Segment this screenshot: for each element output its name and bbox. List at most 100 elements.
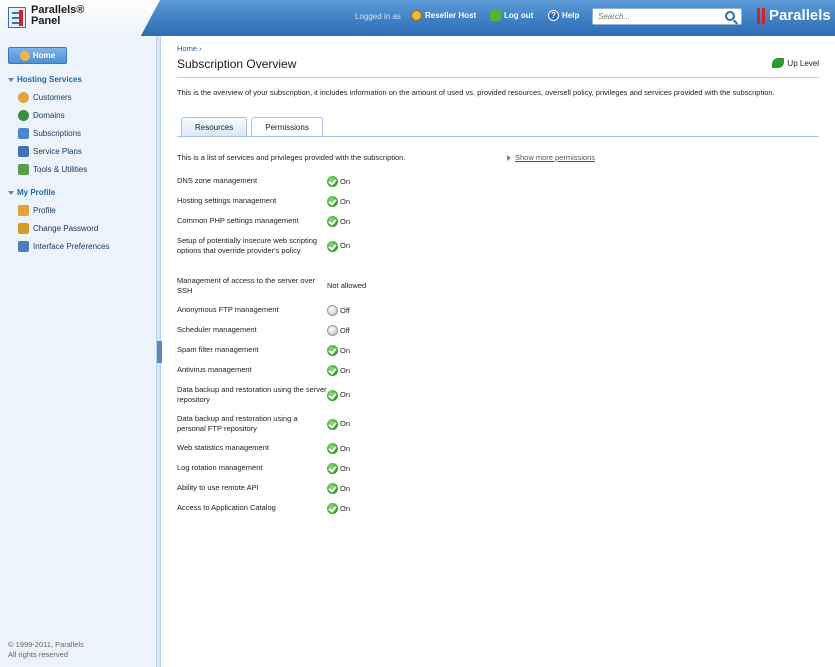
permission-label: Spam filter management <box>177 345 259 354</box>
search-icon[interactable] <box>725 11 735 21</box>
sidebar-collapse-handle[interactable] <box>157 341 162 363</box>
permission-label: DNS zone management <box>177 176 258 185</box>
status-on-icon <box>327 345 338 356</box>
help-label[interactable]: Help <box>562 11 579 20</box>
logout-label[interactable]: Log out <box>504 11 533 20</box>
home-label[interactable]: Home <box>33 51 55 60</box>
section-my-profile[interactable]: My Profile <box>8 188 55 197</box>
sidebar-item-change-password[interactable]: Change Password <box>18 223 98 234</box>
status-on-icon <box>327 216 338 227</box>
permission-label: Antivirus management <box>177 365 252 374</box>
user-link[interactable]: Reseller Host <box>411 10 476 21</box>
sidebar-item-label[interactable]: Subscriptions <box>33 129 81 138</box>
logout-button[interactable]: Log out <box>490 10 533 21</box>
search-input[interactable] <box>593 9 718 24</box>
customers-icon <box>18 92 29 103</box>
permission-value: Off <box>327 325 350 336</box>
sidebar-item-service-plans[interactable]: Service Plans <box>18 146 82 157</box>
up-level-label[interactable]: Up Level <box>787 59 819 68</box>
sidebar-item-profile[interactable]: Profile <box>18 205 56 216</box>
status-on-icon <box>327 503 338 514</box>
permission-status-text: Not allowed <box>327 281 367 290</box>
status-off-icon <box>327 325 338 336</box>
sidebar-item-customers[interactable]: Customers <box>18 92 72 103</box>
permission-label: Anonymous FTP management <box>177 305 279 314</box>
permission-label: Data backup and restoration using the se… <box>177 385 327 404</box>
sidebar-item-subscriptions[interactable]: Subscriptions <box>18 128 81 139</box>
show-more-label[interactable]: Show more permissions <box>515 153 595 162</box>
sidebar-item-tools-utilities[interactable]: Tools & Utilities <box>18 164 87 175</box>
section-title[interactable]: My Profile <box>17 188 55 197</box>
status-on-icon <box>327 365 338 376</box>
permission-status-text: On <box>340 443 351 453</box>
expand-triangle-icon <box>507 154 511 161</box>
help-button[interactable]: ? Help <box>548 10 579 21</box>
sidebar-item-label[interactable]: Customers <box>33 93 72 102</box>
logged-in-label: Logged in as <box>355 12 401 21</box>
permission-value: On <box>327 216 350 227</box>
tab-permissions[interactable]: Permissions <box>251 117 323 137</box>
tools-icon <box>18 164 29 175</box>
collapse-triangle-icon[interactable] <box>8 77 14 82</box>
home-icon <box>19 50 30 61</box>
permission-row: Ability to use remote API On <box>177 483 507 494</box>
user-name[interactable]: Reseller Host <box>425 11 476 20</box>
permission-status-text: On <box>340 483 351 493</box>
permission-status-text: On <box>340 390 351 399</box>
permission-label: Ability to use remote API <box>177 483 259 492</box>
search-box[interactable] <box>592 8 742 25</box>
permission-row: Access to Application Catalog On <box>177 503 507 514</box>
sidebar-item-label[interactable]: Interface Preferences <box>33 242 109 251</box>
permission-row: DNS zone management On <box>177 176 507 187</box>
permission-label: Setup of potentially insecure web script… <box>177 236 318 255</box>
sidebar-item-domains[interactable]: Domains <box>18 110 65 121</box>
section-title[interactable]: Hosting Services <box>17 75 82 84</box>
permission-status-text: On <box>340 241 351 250</box>
parallels-panel-logo-icon <box>8 7 26 28</box>
breadcrumb[interactable]: Home › <box>177 44 202 53</box>
permission-row: Log rotation management On <box>177 463 507 474</box>
copyright-line: All rights reserved <box>8 650 69 659</box>
permission-value: On <box>327 196 350 207</box>
status-on-icon <box>327 418 338 430</box>
show-more-permissions-link[interactable]: Show more permissions <box>507 153 595 162</box>
service-plans-icon <box>18 146 29 157</box>
permission-label: Log rotation management <box>177 463 263 472</box>
permission-value: On <box>327 463 350 474</box>
sidebar-item-interface-preferences[interactable]: Interface Preferences <box>18 241 109 252</box>
permission-row: Management of access to the server over … <box>177 276 507 296</box>
permission-status-text: On <box>340 196 351 206</box>
brand-text: Parallels <box>769 7 831 24</box>
collapse-triangle-icon[interactable] <box>8 190 14 195</box>
permission-status-text: On <box>340 216 351 226</box>
status-on-icon <box>327 389 338 401</box>
permission-value: On <box>327 503 350 514</box>
permission-value: On <box>327 385 350 405</box>
sidebar-item-label[interactable]: Tools & Utilities <box>33 165 87 174</box>
permission-status-text: On <box>340 503 351 513</box>
permission-label: Management of access to the server over … <box>177 276 315 295</box>
permission-status-text: Off <box>340 305 350 315</box>
permission-value: On <box>327 414 350 434</box>
sidebar-item-label[interactable]: Service Plans <box>33 147 82 156</box>
sidebar-item-label[interactable]: Domains <box>33 111 65 120</box>
permission-row: Common PHP settings management On <box>177 216 507 227</box>
permission-row: Anonymous FTP management Off <box>177 305 507 316</box>
logout-icon <box>490 10 501 21</box>
sidebar-item-label[interactable]: Change Password <box>33 224 98 233</box>
product-name: Parallels® Panel <box>31 4 85 27</box>
subscriptions-icon <box>18 128 29 139</box>
sidebar-item-label[interactable]: Profile <box>33 206 56 215</box>
permission-value: On <box>327 345 350 356</box>
status-off-icon <box>327 305 338 316</box>
up-level-button[interactable]: Up Level <box>772 58 819 68</box>
tab-resources[interactable]: Resources <box>181 117 248 136</box>
permission-row: Hosting settings management On <box>177 196 507 207</box>
help-icon: ? <box>548 10 559 21</box>
permission-label: Web statistics management <box>177 443 269 452</box>
home-button[interactable]: Home <box>8 47 67 64</box>
permission-row: Data backup and restoration using a pers… <box>177 414 507 434</box>
permission-label: Scheduler management <box>177 325 257 334</box>
section-hosting-services[interactable]: Hosting Services <box>8 75 82 84</box>
key-icon <box>18 223 29 234</box>
